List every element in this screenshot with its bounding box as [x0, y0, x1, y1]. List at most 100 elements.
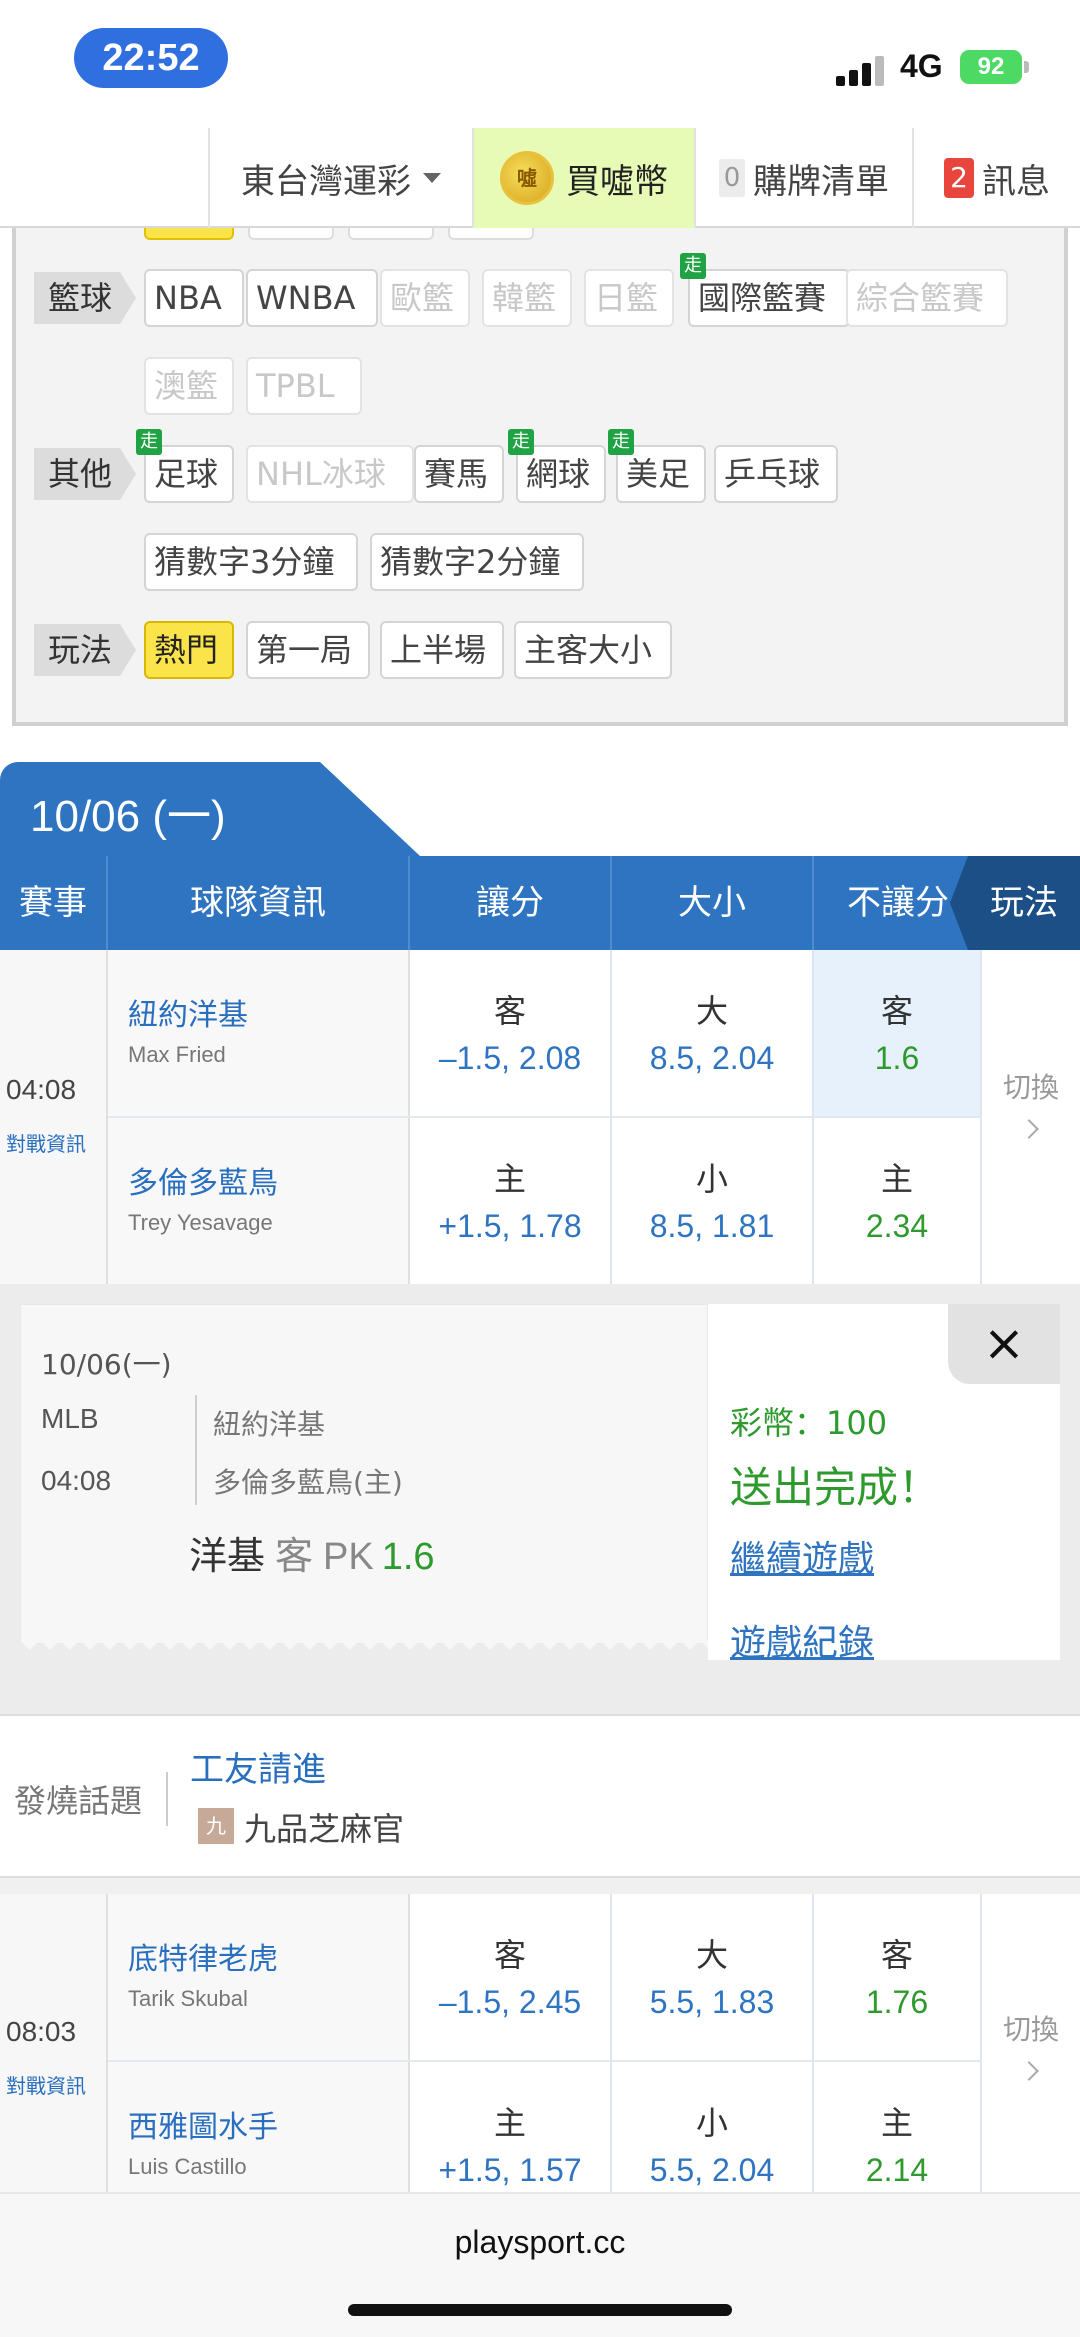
- chip-first-half[interactable]: 上半場: [380, 621, 504, 679]
- live-tag: 走: [136, 429, 162, 455]
- chip-nba[interactable]: NBA: [144, 269, 244, 327]
- signal-icon: [836, 52, 886, 86]
- odds-moneyline-away[interactable]: 客 1.6: [814, 950, 982, 1116]
- buy-coin-label: 買噓幣: [566, 161, 668, 202]
- header-team: 球隊資訊: [108, 856, 410, 950]
- team-cell-home: 多倫多藍鳥 Trey Yesavage: [108, 1118, 410, 1284]
- odd-value: 8.5, 2.04: [649, 1040, 775, 1076]
- odd-value: 8.5, 1.81: [649, 1208, 775, 1244]
- game-history-link[interactable]: 遊戲紀錄: [730, 1614, 874, 1666]
- chip-partial[interactable]: [448, 228, 534, 240]
- odd-side-label: 客: [493, 1936, 526, 1974]
- odd-value: –1.5, 2.08: [438, 1040, 582, 1076]
- cart-count-badge: 0: [719, 159, 745, 197]
- odds-table-header: 賽事 球隊資訊 讓分 大小 不讓分 玩法: [0, 856, 1080, 950]
- team-name-home[interactable]: 西雅圖水手: [128, 2102, 278, 2146]
- odd-value: 1.76: [865, 1984, 929, 2020]
- chip-table-tennis[interactable]: 乒乓球: [714, 445, 838, 503]
- coin-icon: 噓: [500, 151, 554, 205]
- caret-down-icon: [423, 173, 441, 183]
- switch-play-button[interactable]: 切換: [982, 950, 1080, 1284]
- chip-mixed-basketball[interactable]: 綜合籃賽: [846, 269, 1008, 327]
- pitcher-away: Tarik Skubal: [128, 1986, 248, 2011]
- cart-button[interactable]: 0 購牌清單: [694, 128, 912, 228]
- chip-first-inning[interactable]: 第一局: [246, 621, 370, 679]
- team-name-away[interactable]: 紐約洋基: [128, 990, 248, 1034]
- battery-tip: [1024, 61, 1029, 73]
- chip-international-basketball[interactable]: 國際籃賽: [688, 269, 850, 327]
- team-name-away[interactable]: 底特律老虎: [128, 1934, 278, 1978]
- odds-spread-away[interactable]: 客 –1.5, 2.08: [410, 950, 612, 1116]
- header-play-button[interactable]: 玩法: [950, 856, 1080, 950]
- switch-play-button[interactable]: 切換: [982, 1894, 1080, 2192]
- ticket-time: 04:08: [41, 1465, 112, 1496]
- buy-coin-button[interactable]: 噓 買噓幣: [472, 128, 694, 228]
- filter-label-other: 其他: [34, 448, 136, 500]
- chip-euro-basketball[interactable]: 歐籃: [380, 269, 470, 327]
- odds-spread-home[interactable]: 主 +1.5, 1.78: [410, 1118, 612, 1284]
- h2h-link[interactable]: 對戰資訊: [6, 2070, 86, 2099]
- ticket-bet-odd: 1.6: [381, 1536, 435, 1578]
- odd-value: 5.5, 1.83: [649, 1984, 775, 2020]
- odd-side-label: 大: [695, 992, 728, 1030]
- home-indicator[interactable]: [348, 2304, 732, 2316]
- odd-value: 2.14: [865, 2152, 929, 2188]
- odd-side-label: 大: [695, 1936, 728, 1974]
- header-spread: 讓分: [410, 856, 612, 950]
- chip-tennis-wrapper: 網球 走: [508, 429, 606, 503]
- ticket-date: 10/06(一): [41, 1348, 172, 1381]
- odd-value: 2.34: [865, 1208, 929, 1244]
- game-time-column: 04:08 對戰資訊: [0, 950, 108, 1284]
- chip-wnba[interactable]: WNBA: [246, 269, 378, 327]
- continue-game-link[interactable]: 繼續遊戲: [730, 1530, 874, 1582]
- h2h-link[interactable]: 對戰資訊: [6, 1128, 86, 1157]
- odds-moneyline-home[interactable]: 主 2.34: [814, 1118, 982, 1284]
- region-dropdown[interactable]: 東台灣運彩: [208, 128, 472, 228]
- chip-guess-number-2min[interactable]: 猜數字2分鐘: [370, 533, 584, 591]
- ticket-team-away: 紐約洋基: [213, 1408, 326, 1441]
- status-bar: 22:52 4G 92: [0, 0, 1080, 124]
- chip-hot[interactable]: 熱門: [144, 621, 234, 679]
- ticket-divider: [195, 1395, 197, 1505]
- odds-moneyline-home[interactable]: 主 2.14: [814, 2062, 982, 2192]
- chip-partial[interactable]: [248, 228, 334, 240]
- team-cell-home: 西雅圖水手 Luis Castillo: [108, 2062, 410, 2192]
- chip-american-football-wrapper: 美足 走: [608, 429, 706, 503]
- date-label: 10/06 (一): [30, 792, 226, 841]
- odd-value: +1.5, 1.78: [438, 1208, 582, 1244]
- chip-japan-basketball[interactable]: 日籃: [584, 269, 674, 327]
- chip-tpbl[interactable]: TPBL: [246, 357, 362, 415]
- chip-korea-basketball[interactable]: 韓籃: [482, 269, 572, 327]
- live-tag: 走: [608, 429, 634, 455]
- odds-total-away[interactable]: 大 5.5, 1.83: [612, 1894, 814, 2060]
- team-name-home[interactable]: 多倫多藍鳥: [128, 1158, 278, 1202]
- chip-nhl[interactable]: NHL冰球: [246, 445, 414, 503]
- hot-divider: [166, 1772, 168, 1826]
- odds-total-home[interactable]: 小 8.5, 1.81: [612, 1118, 814, 1284]
- pitcher-home: Trey Yesavage: [128, 1210, 273, 1235]
- chip-guess-number-3min[interactable]: 猜數字3分鐘: [144, 533, 358, 591]
- odds-spread-home[interactable]: 主 +1.5, 1.57: [410, 2062, 612, 2192]
- chip-home-away-total[interactable]: 主客大小: [514, 621, 672, 679]
- cart-label: 購牌清單: [753, 161, 889, 202]
- chip-aus-basketball[interactable]: 澳籃: [144, 357, 234, 415]
- messages-button[interactable]: 2 訊息: [912, 128, 1080, 228]
- odds-total-away[interactable]: 大 8.5, 2.04: [612, 950, 814, 1116]
- close-icon[interactable]: ×: [948, 1304, 1060, 1384]
- chip-horse-racing[interactable]: 賽馬: [414, 445, 504, 503]
- browser-url-bar[interactable]: playsport.cc: [0, 2192, 1080, 2337]
- ticket-league: MLB: [41, 1403, 99, 1434]
- odds-total-home[interactable]: 小 5.5, 2.04: [612, 2062, 814, 2192]
- hot-topic-title[interactable]: 工友請進: [190, 1742, 326, 1791]
- chevron-right-icon: [1019, 1119, 1039, 1139]
- odds-moneyline-away[interactable]: 客 1.76: [814, 1894, 982, 2060]
- odds-spread-away[interactable]: 客 –1.5, 2.45: [410, 1894, 612, 2060]
- chevron-right-icon: [1019, 2061, 1039, 2081]
- odd-side-label: 主: [493, 2104, 526, 2142]
- submit-done-text: 送出完成！: [730, 1463, 941, 1512]
- hot-topic-author[interactable]: 九品芝麻官: [244, 1804, 404, 1850]
- coin-balance: 彩幣：100: [730, 1404, 888, 1442]
- chip-partial[interactable]: [348, 228, 434, 240]
- bet-confirmation: 10/06(一) MLB 04:08 紐約洋基 多倫多藍鳥(主) 洋基客 PK 1.…: [0, 1284, 1080, 1714]
- chip-partial[interactable]: [144, 228, 234, 240]
